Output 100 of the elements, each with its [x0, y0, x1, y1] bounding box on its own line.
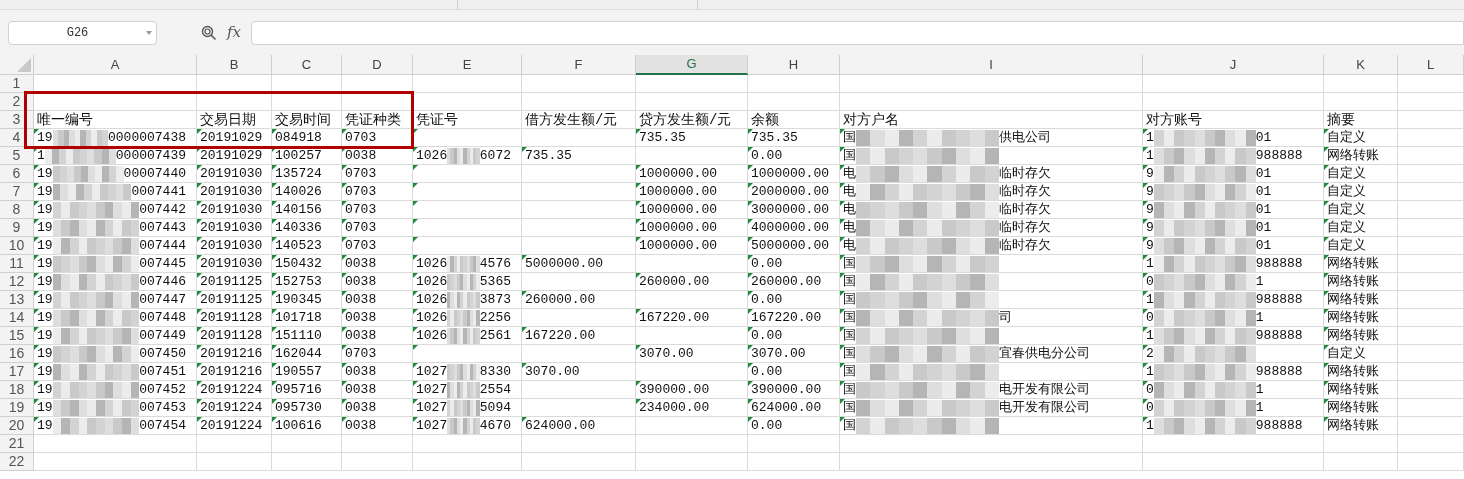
- cell-text: 宜春供电分公司: [999, 346, 1090, 362]
- corner-marker: [342, 363, 347, 368]
- corner-marker: [34, 327, 39, 332]
- corner-marker: [1143, 363, 1148, 368]
- column-header[interactable]: H: [748, 55, 840, 75]
- cell-text: 19: [37, 130, 53, 146]
- column-header[interactable]: I: [840, 55, 1143, 75]
- cell-text: 9: [1146, 166, 1154, 182]
- cell-text: 国: [843, 274, 856, 290]
- corner-marker: [342, 165, 347, 170]
- table-cell: 735.35: [748, 129, 840, 147]
- corner-marker: [342, 345, 347, 350]
- table-cell: 390000.00: [748, 381, 840, 399]
- corner-marker: [840, 255, 845, 260]
- table-cell: 借方发生额/元: [522, 111, 636, 129]
- row-header[interactable]: 5: [0, 147, 34, 165]
- row-header[interactable]: 9: [0, 219, 34, 237]
- table-cell: 0.00: [748, 291, 840, 309]
- corner-marker: [342, 255, 347, 260]
- column-header[interactable]: L: [1398, 55, 1464, 75]
- row-header[interactable]: 1: [0, 75, 34, 93]
- row-header[interactable]: 12: [0, 273, 34, 291]
- dropdown-icon[interactable]: [146, 30, 152, 35]
- table-cell: 20191216: [197, 363, 272, 381]
- row-header[interactable]: 19: [0, 399, 34, 417]
- table-cell: 自定义: [1324, 201, 1398, 219]
- corner-marker: [1143, 309, 1148, 314]
- corner-marker: [748, 237, 753, 242]
- empty-cell: [1398, 363, 1464, 381]
- cell-text: 0: [1146, 400, 1154, 416]
- function-label[interactable]: fx: [227, 21, 241, 44]
- table-cell: 5000000.00: [522, 255, 636, 273]
- row-header[interactable]: 10: [0, 237, 34, 255]
- cell-text: 电: [843, 202, 856, 218]
- column-header[interactable]: A: [34, 55, 197, 75]
- corner-marker: [636, 345, 641, 350]
- row-header[interactable]: 18: [0, 381, 34, 399]
- corner-marker: [840, 381, 845, 386]
- cell-text: 5094: [479, 400, 511, 416]
- cell-text: 007447: [139, 292, 186, 308]
- cell-text: 19: [37, 220, 53, 236]
- column-header[interactable]: C: [272, 55, 342, 75]
- row-header[interactable]: 7: [0, 183, 34, 201]
- corner-marker: [1324, 417, 1329, 422]
- column-header[interactable]: K: [1324, 55, 1398, 75]
- table-cell: 0038: [342, 309, 413, 327]
- empty-cell: [1398, 147, 1464, 165]
- cell-text: 007450: [139, 346, 186, 362]
- column-header[interactable]: J: [1143, 55, 1324, 75]
- corner-marker: [1143, 183, 1148, 188]
- corner-marker: [636, 183, 641, 188]
- row-header[interactable]: 15: [0, 327, 34, 345]
- table-cell: 20191216: [197, 345, 272, 363]
- table-cell: 167220.00: [748, 309, 840, 327]
- corner-marker: [1143, 273, 1148, 278]
- cell-text: 1: [1146, 364, 1154, 380]
- row-header[interactable]: 16: [0, 345, 34, 363]
- column-header[interactable]: B: [197, 55, 272, 75]
- corner-marker: [1143, 237, 1148, 242]
- name-box[interactable]: G26: [8, 20, 157, 45]
- cell-text: 988888: [1255, 256, 1303, 272]
- cell-text: 007446: [139, 274, 186, 290]
- cell-text: 988888: [1255, 292, 1303, 308]
- corner-marker: [272, 345, 277, 350]
- cell-text: 4576: [479, 256, 511, 272]
- row-header[interactable]: 14: [0, 309, 34, 327]
- row-header[interactable]: 20: [0, 417, 34, 435]
- corner-marker: [413, 309, 418, 314]
- row-header[interactable]: 11: [0, 255, 34, 273]
- corner-marker: [840, 201, 845, 206]
- row-header[interactable]: 17: [0, 363, 34, 381]
- select-all-icon[interactable]: [17, 58, 31, 72]
- row-header[interactable]: 22: [0, 453, 34, 471]
- corner-marker: [636, 399, 641, 404]
- formula-bar[interactable]: [251, 20, 1464, 45]
- row-header[interactable]: 13: [0, 291, 34, 309]
- table-cell: 凭证种类: [342, 111, 413, 129]
- row-header[interactable]: 6: [0, 165, 34, 183]
- row-header[interactable]: 21: [0, 435, 34, 453]
- column-header[interactable]: E: [413, 55, 522, 75]
- corner-marker: [197, 255, 202, 260]
- column-header[interactable]: F: [522, 55, 636, 75]
- table-cell: 1000000.00: [748, 165, 840, 183]
- column-header[interactable]: G: [636, 55, 748, 75]
- row-header[interactable]: 8: [0, 201, 34, 219]
- table-cell: 140523: [272, 237, 342, 255]
- corner-marker: [636, 129, 641, 134]
- corner-marker: [197, 363, 202, 368]
- column-header[interactable]: D: [342, 55, 413, 75]
- corner-marker: [197, 345, 202, 350]
- table-cell: 0703: [342, 165, 413, 183]
- table-cell: 0703: [342, 219, 413, 237]
- cell-text: 2256: [479, 310, 511, 326]
- redaction-mosaic: [52, 129, 108, 146]
- empty-cell: [272, 93, 342, 111]
- cell-text: 电开发有限公司: [999, 382, 1090, 398]
- table-cell: 084918: [272, 129, 342, 147]
- table-cell: 20191030: [197, 201, 272, 219]
- zoom-icon[interactable]: [201, 24, 217, 41]
- cell-text: 9: [1146, 184, 1154, 200]
